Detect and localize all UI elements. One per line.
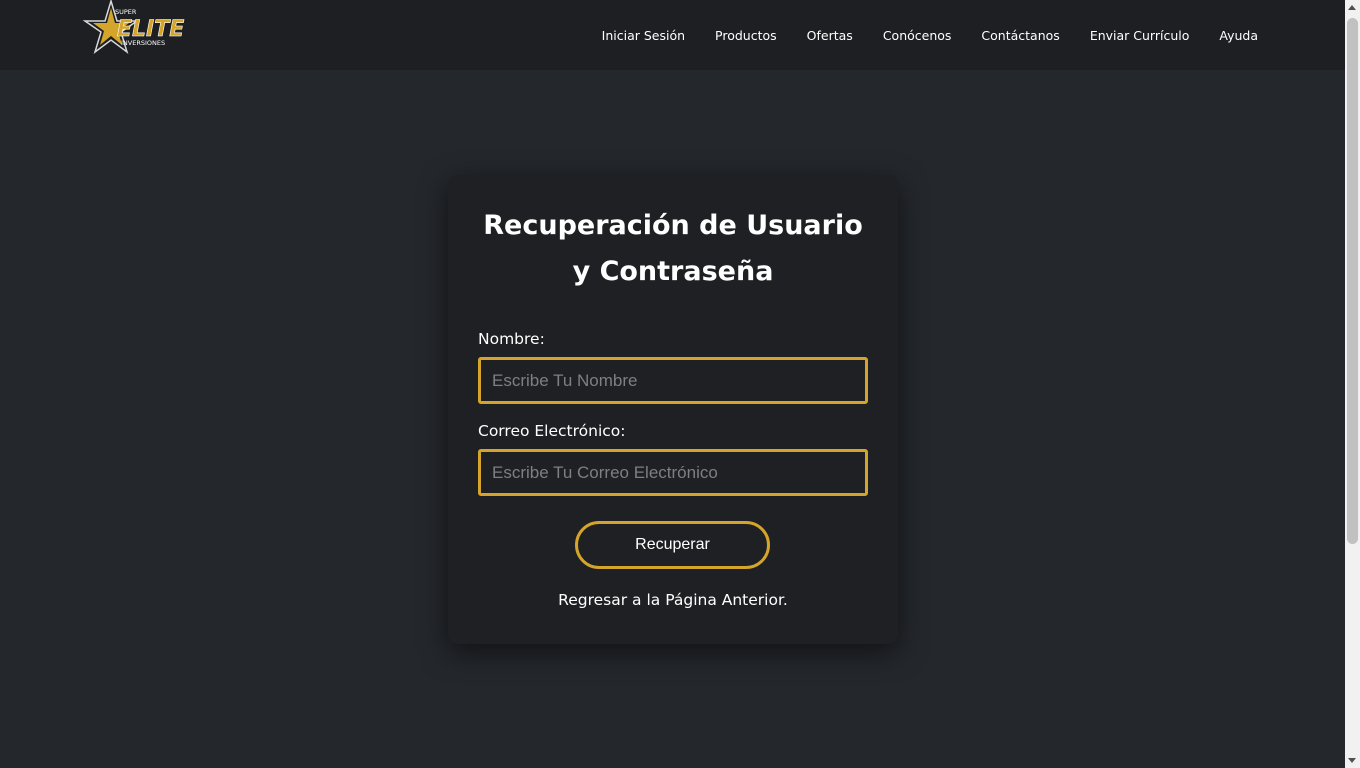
nav-item-productos[interactable]: Productos — [715, 28, 777, 43]
nav-item-iniciar-sesion[interactable]: Iniciar Sesión — [602, 28, 685, 43]
main-nav: Iniciar Sesión Productos Ofertas Conócen… — [602, 0, 1258, 70]
nav-item-ayuda[interactable]: Ayuda — [1219, 28, 1258, 43]
star-logo-icon: SUPER ELITE INVERSIONES — [82, 0, 185, 54]
form-title: Recuperación de Usuario y Contraseña — [483, 210, 863, 287]
recovery-card: Recuperación de Usuario y Contraseña Nom… — [448, 175, 898, 644]
recover-button[interactable]: Recuperar — [575, 521, 770, 569]
nav-item-enviar-curriculo[interactable]: Enviar Currículo — [1090, 28, 1190, 43]
nav-item-conocenos[interactable]: Conócenos — [883, 28, 952, 43]
scroll-up-arrow-icon[interactable] — [1348, 5, 1356, 10]
scrollbar-thumb[interactable] — [1347, 18, 1358, 544]
page: SUPER ELITE INVERSIONES Iniciar Sesión P… — [0, 0, 1360, 768]
nav-item-contactanos[interactable]: Contáctanos — [981, 28, 1059, 43]
back-link[interactable]: Regresar a la Página Anterior. — [448, 591, 898, 609]
logo-bottom-text: INVERSIONES — [121, 39, 165, 47]
nav-item-ofertas[interactable]: Ofertas — [807, 28, 853, 43]
brand-logo[interactable]: SUPER ELITE INVERSIONES — [73, 0, 205, 60]
email-input[interactable] — [478, 449, 868, 496]
logo-top-text: SUPER — [115, 8, 137, 16]
navbar: SUPER ELITE INVERSIONES Iniciar Sesión P… — [0, 0, 1345, 70]
email-label: Correo Electrónico: — [478, 422, 626, 440]
name-input[interactable] — [478, 357, 868, 404]
scroll-down-arrow-icon[interactable] — [1348, 758, 1356, 763]
name-label: Nombre: — [478, 330, 545, 348]
vertical-scrollbar[interactable] — [1345, 0, 1360, 768]
